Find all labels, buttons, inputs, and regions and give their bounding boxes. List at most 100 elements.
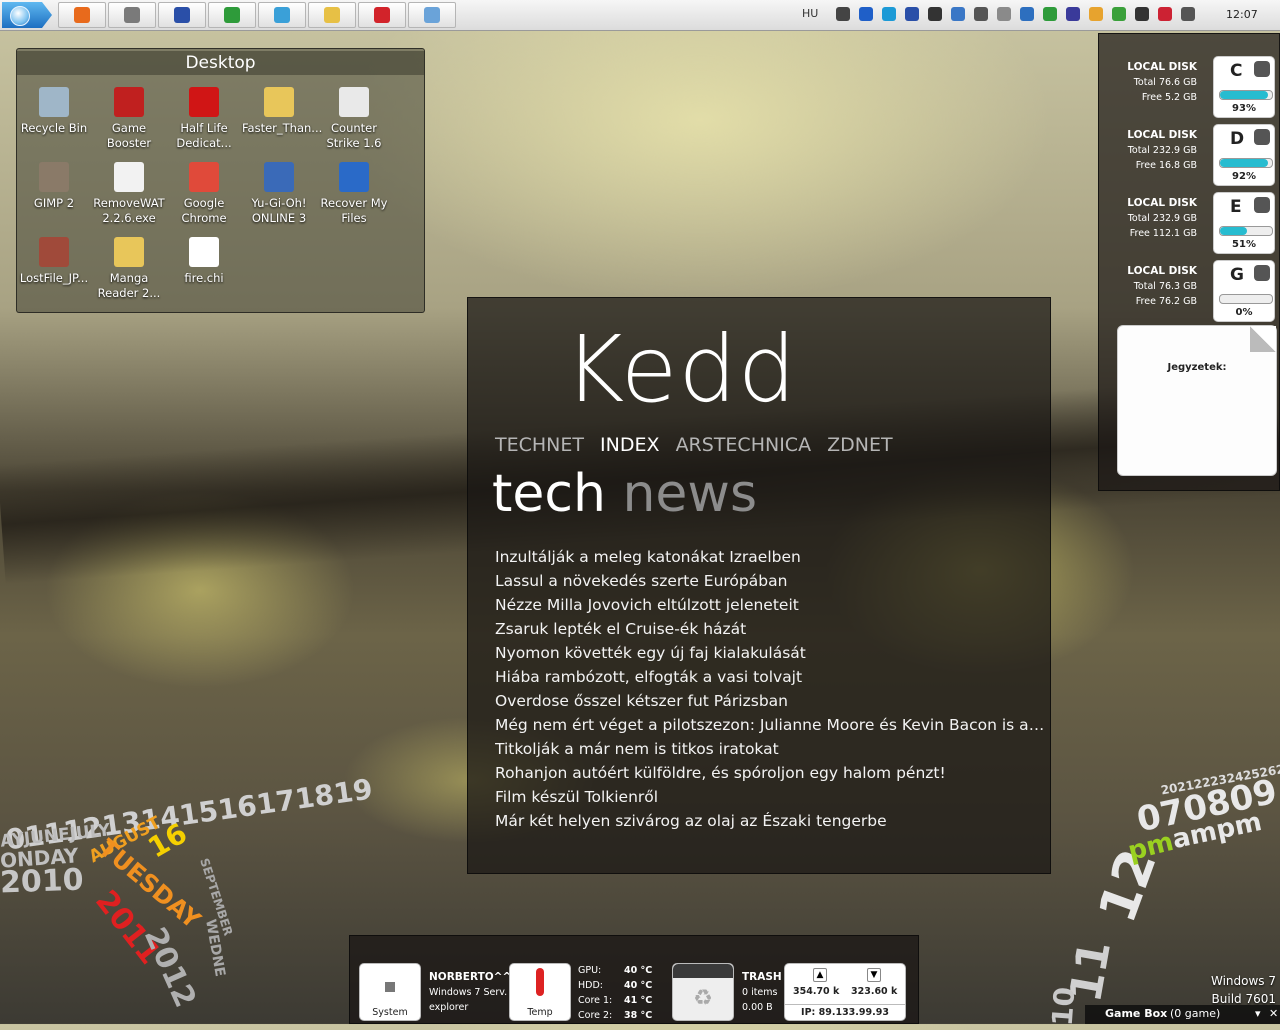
desktop-icon[interactable]: Yu-Gi-Oh! ONLINE 3 xyxy=(242,162,316,226)
users-icon[interactable] xyxy=(951,7,965,21)
news-headline[interactable]: Lassul a növekedés szerte Európában xyxy=(495,569,1045,593)
minimize-icon[interactable]: ▾ xyxy=(1255,1007,1261,1020)
news-headline[interactable]: Hiába rambózott, elfogták a vasi tolvajt xyxy=(495,665,1045,689)
app-icon xyxy=(339,162,369,192)
desktop-icon-label: Game Booster xyxy=(106,121,152,150)
speaker-icon[interactable] xyxy=(974,7,988,21)
tab-arstechnica[interactable]: ARSTECHNICA xyxy=(676,434,812,456)
usage-bar xyxy=(1219,90,1273,100)
monitor-icon[interactable] xyxy=(1020,7,1034,21)
notes-title: Jegyzetek: xyxy=(1167,362,1227,373)
desktop-icon[interactable]: RemoveWAT 2.2.6.exe xyxy=(92,162,166,226)
taskbar-app-button[interactable] xyxy=(358,2,406,28)
upload-arrow-icon: ▲ xyxy=(813,968,827,982)
news-headline[interactable]: Inzultálják a meleg katonákat Izraelben xyxy=(495,545,1045,569)
system-dock: System NORBERTO^^ Windows 7 Serv. explor… xyxy=(349,935,919,1024)
disk-total: Total 232.9 GB xyxy=(1127,213,1197,224)
disk-drive-d[interactable]: LOCAL DISK Total 232.9 GB Free 16.8 GB D 92% xyxy=(1099,124,1279,190)
disk-drive-e[interactable]: LOCAL DISK Total 232.9 GB Free 112.1 GB E 51… xyxy=(1099,192,1279,258)
disk-drive-g[interactable]: LOCAL DISK Total 76.3 GB Free 76.2 GB G 0% xyxy=(1099,260,1279,326)
desktop-icon[interactable]: fire.chi xyxy=(167,237,241,286)
page-fold-icon xyxy=(1250,326,1276,352)
notes-widget[interactable]: Jegyzetek: xyxy=(1117,325,1277,476)
flag-icon[interactable] xyxy=(1135,7,1149,21)
download-speed: 323.60 k xyxy=(851,986,898,997)
drive-letter: D xyxy=(1230,129,1245,149)
gpu-icon[interactable] xyxy=(1066,7,1080,21)
taskbar-app-button[interactable] xyxy=(258,2,306,28)
language-indicator[interactable]: HU xyxy=(802,7,818,20)
close-icon[interactable]: ✕ xyxy=(1269,1007,1278,1020)
app-icon xyxy=(39,87,69,117)
shield-check-icon[interactable] xyxy=(1112,7,1126,21)
desktop-icon[interactable]: LostFile_JP... xyxy=(17,237,91,286)
desktop-icon-label: Half Life Dedicat... xyxy=(176,121,232,150)
spiral-ampm-active: pm xyxy=(1125,826,1177,868)
typographic-calendar: 0111213141516171819 AYJUNEJULY AUGUST 16… xyxy=(0,772,375,1030)
news-headline[interactable]: Titkolják a már nem is titkos iratokat xyxy=(495,737,1045,761)
drop-icon[interactable] xyxy=(997,7,1011,21)
lock-icon[interactable] xyxy=(1089,7,1103,21)
desktop-icon[interactable]: Manga Reader 2... xyxy=(92,237,166,301)
desktop-icon[interactable]: Counter Strike 1.6 xyxy=(317,87,391,151)
desktop-icon[interactable]: Recover My Files xyxy=(317,162,391,226)
desktop-fence: Desktop Recycle Bin Game Booster Half Life… xyxy=(16,48,425,313)
desktop-icon[interactable]: Recycle Bin xyxy=(17,87,91,136)
start-button[interactable] xyxy=(2,2,52,28)
temp-tile[interactable]: Temp xyxy=(509,963,571,1021)
drive-icon xyxy=(1254,129,1270,145)
user-info: NORBERTO^^ Windows 7 Serv. explorer xyxy=(429,970,511,1015)
network-tile[interactable]: ▲ ▼ 354.70 k 323.60 k IP: 89.133.99.93 xyxy=(784,963,906,1021)
news-headline[interactable]: Zsaruk lepték el Cruise-ék házát xyxy=(495,617,1045,641)
news-headline[interactable]: Már két helyen szivárog az olaj az Észak… xyxy=(495,809,1045,833)
taskbar-app-button[interactable] xyxy=(408,2,456,28)
tab-zdnet[interactable]: ZDNET xyxy=(827,434,892,456)
trash-tile[interactable]: ♻ xyxy=(672,963,734,1021)
temp-value: 40 °C xyxy=(624,980,653,991)
temp-label: Temp xyxy=(527,1007,553,1018)
news-headline[interactable]: Nézze Milla Jovovich eltúlzott jelenetei… xyxy=(495,593,1045,617)
app-icon xyxy=(339,87,369,117)
taskbar-app-button[interactable] xyxy=(208,2,256,28)
desktop-icon[interactable]: Faster_Than... xyxy=(242,87,322,136)
news-headline[interactable]: Nyomon követték egy új faj kialakulását xyxy=(495,641,1045,665)
news-headline[interactable]: Még nem ért véget a pilotszezon: Juliann… xyxy=(495,713,1045,737)
desktop-icon[interactable]: GIMP 2 xyxy=(17,162,91,211)
desktop-icon[interactable]: Game Booster xyxy=(92,87,166,151)
news-headline[interactable]: Rohanjon autóért külföldre, és spóroljon… xyxy=(495,761,1045,785)
window-icon[interactable] xyxy=(928,7,942,21)
disk-title: LOCAL DISK xyxy=(1127,265,1197,277)
game-box-bar[interactable]: Game Box (0 game) ▾ ✕ xyxy=(1085,1005,1280,1024)
desktop-icon-label: RemoveWAT 2.2.6.exe xyxy=(93,196,165,225)
taskbar-app-button[interactable] xyxy=(108,2,156,28)
trash-title: TRASH xyxy=(742,971,782,983)
desktop-icon[interactable]: Half Life Dedicat... xyxy=(167,87,241,151)
disk-tile: C 93% xyxy=(1213,56,1275,118)
media-icon[interactable] xyxy=(882,7,896,21)
temperature-row: GPU: 40 °C xyxy=(578,963,658,978)
volume-icon[interactable] xyxy=(1181,7,1195,21)
taskbar-app-button[interactable] xyxy=(158,2,206,28)
news-headline[interactable]: Overdose ősszel kétszer fut Párizsban xyxy=(495,689,1045,713)
disk-drive-c[interactable]: LOCAL DISK Total 76.6 GB Free 5.2 GB C 93% xyxy=(1099,56,1279,122)
clock[interactable]: 12:07 xyxy=(1226,8,1258,21)
system-tile[interactable]: System xyxy=(359,963,421,1021)
tab-index[interactable]: INDEX xyxy=(600,434,659,456)
usage-percent: 92% xyxy=(1232,171,1256,182)
tab-technet[interactable]: TECHNET xyxy=(495,434,584,456)
network-error-icon[interactable] xyxy=(1158,7,1172,21)
trash-size: 0.00 B xyxy=(742,1002,773,1013)
desktop-icon[interactable]: Google Chrome xyxy=(167,162,241,226)
app-icon xyxy=(39,237,69,267)
os-info: Windows 7 Serv. xyxy=(429,987,508,998)
bluetooth-icon[interactable] xyxy=(859,7,873,21)
taskbar-app-button[interactable] xyxy=(58,2,106,28)
news-headline[interactable]: Film készül Tolkienről xyxy=(495,785,1045,809)
temp-value: 38 °C xyxy=(624,1010,653,1021)
disk-icon[interactable] xyxy=(905,7,919,21)
ip-address: IP: 89.133.99.93 xyxy=(785,1004,905,1018)
network-icon[interactable] xyxy=(836,7,850,21)
utorrent-tray-icon[interactable] xyxy=(1043,7,1057,21)
taskbar-app-button[interactable] xyxy=(308,2,356,28)
temp-sensor-label: HDD: xyxy=(578,980,603,991)
